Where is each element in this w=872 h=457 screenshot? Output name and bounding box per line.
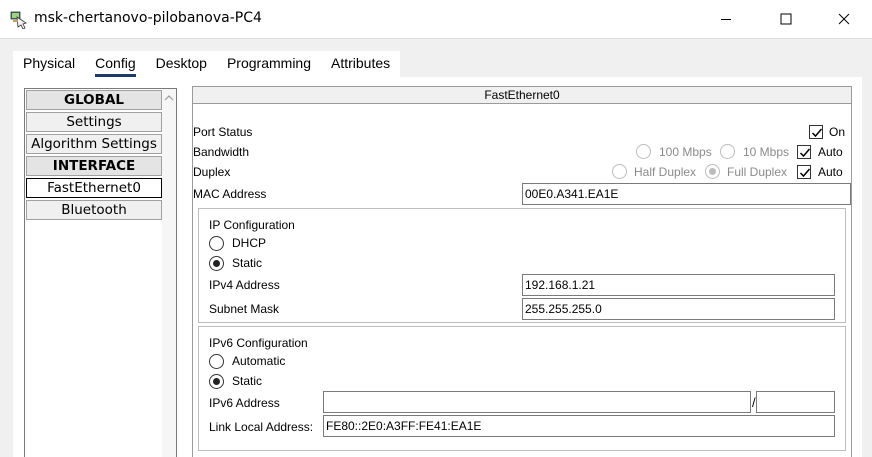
minimize-icon (721, 19, 731, 20)
checkmark-icon (811, 128, 823, 138)
checkmark-icon (799, 168, 811, 178)
tab-config[interactable]: Config (85, 51, 145, 77)
maximize-icon (780, 13, 792, 25)
bandwidth-100-radio[interactable] (636, 144, 651, 159)
bandwidth-10-label: 10 Mbps (743, 145, 790, 159)
title-bar: msk-chertanovo-pilobanova-PC4 (0, 0, 872, 38)
ipv6-prefix-field[interactable] (756, 391, 835, 413)
ipv4-config-group: IP Configuration DHCP Static IPv4 Addres… (198, 208, 846, 323)
list-item-fastethernet0[interactable]: FastEthernet0 (26, 178, 162, 198)
ipv6-address-label: IPv6 Address (209, 396, 280, 410)
ipv4-address-field[interactable]: 192.168.1.21 (522, 274, 835, 296)
full-duplex-label: Full Duplex (727, 165, 788, 179)
bandwidth-label: Bandwidth (193, 145, 250, 159)
config-nav-list: GLOBAL Settings Algorithm Settings INTER… (24, 88, 177, 457)
window-client: Physical Config Desktop Programming Attr… (0, 38, 872, 457)
bandwidth-auto-checkbox[interactable] (797, 145, 811, 159)
link-local-address-field[interactable]: FE80::2E0:A3FF:FE41:EA1E (323, 415, 835, 437)
list-header-global: GLOBAL (26, 90, 162, 110)
tab-physical[interactable]: Physical (13, 51, 85, 77)
ipv6-automatic-radio[interactable] (209, 354, 224, 369)
maximize-button[interactable] (757, 0, 815, 38)
link-local-label: Link Local Address: (209, 420, 314, 434)
port-on-checkbox[interactable] (809, 125, 823, 139)
checkmark-icon (799, 148, 811, 158)
bandwidth-auto-label: Auto (818, 145, 843, 159)
tab-desktop[interactable]: Desktop (146, 51, 217, 77)
port-status-label: Port Status (193, 125, 253, 139)
mac-address-field[interactable]: 00E0.A341.EA1E (522, 183, 851, 205)
half-duplex-radio[interactable] (612, 164, 627, 179)
port-on-label: On (829, 125, 846, 139)
list-header-interface: INTERFACE (26, 156, 162, 176)
dhcp-radio[interactable] (209, 236, 224, 251)
duplex-auto-checkbox[interactable] (797, 165, 811, 179)
ipv4-section-label: IP Configuration (209, 218, 295, 232)
close-button[interactable] (815, 0, 872, 38)
duplex-label: Duplex (193, 165, 231, 179)
ipv6-address-field[interactable] (323, 391, 751, 413)
mac-address-label: MAC Address (193, 187, 267, 201)
tab-bar: Physical Config Desktop Programming Attr… (13, 51, 401, 77)
ipv6-static-radio[interactable] (209, 374, 224, 389)
ipv4-static-label: Static (232, 256, 263, 270)
chevron-up-icon[interactable] (164, 91, 174, 105)
interface-config-panel: FastEthernet0 Port Status On Bandwidth 1… (192, 86, 852, 457)
window-title: msk-chertanovo-pilobanova-PC4 (34, 10, 262, 26)
app-icon (9, 9, 29, 30)
full-duplex-radio[interactable] (705, 164, 720, 179)
tab-attributes[interactable]: Attributes (321, 51, 400, 77)
list-item-settings[interactable]: Settings (26, 112, 162, 132)
half-duplex-label: Half Duplex (634, 165, 697, 179)
ipv4-static-radio[interactable] (209, 256, 224, 271)
subnet-mask-label: Subnet Mask (209, 302, 280, 316)
panel-title: FastEthernet0 (193, 87, 851, 104)
subnet-mask-field[interactable]: 255.255.255.0 (522, 298, 835, 320)
bandwidth-10-radio[interactable] (720, 144, 735, 159)
config-tab-panel: GLOBAL Settings Algorithm Settings INTER… (13, 77, 862, 457)
ipv6-static-label: Static (232, 374, 263, 388)
list-item-bluetooth[interactable]: Bluetooth (26, 200, 162, 220)
bandwidth-100-label: 100 Mbps (659, 145, 712, 159)
ipv4-address-label: IPv4 Address (209, 278, 280, 292)
close-icon (838, 13, 850, 25)
tab-programming[interactable]: Programming (217, 51, 321, 77)
minimize-button[interactable] (697, 0, 755, 38)
ipv6-config-group: IPv6 Configuration Automatic Static IPv6… (198, 326, 846, 451)
dhcp-label: DHCP (232, 236, 267, 250)
ipv6-automatic-label: Automatic (232, 354, 286, 368)
list-scrollbar[interactable] (162, 89, 176, 457)
ipv6-section-label: IPv6 Configuration (209, 336, 308, 350)
duplex-auto-label: Auto (818, 165, 843, 179)
list-item-algorithm-settings[interactable]: Algorithm Settings (26, 134, 162, 154)
